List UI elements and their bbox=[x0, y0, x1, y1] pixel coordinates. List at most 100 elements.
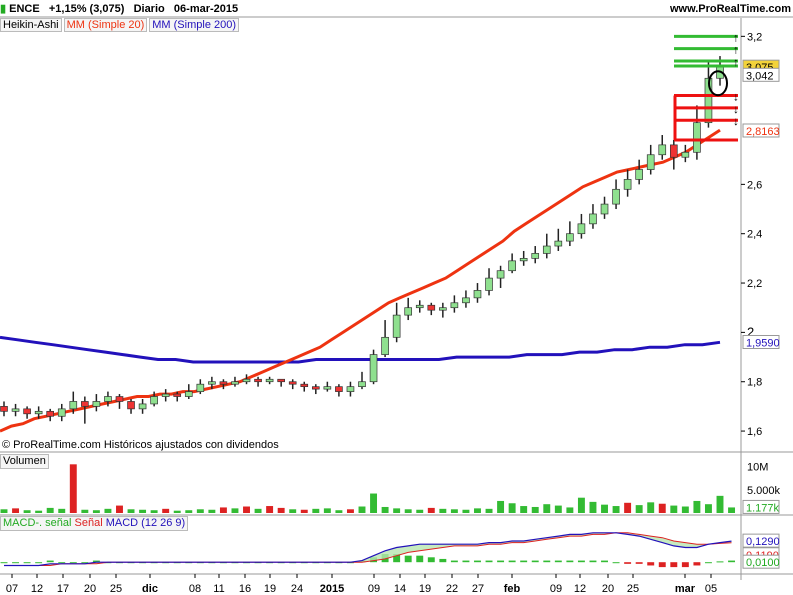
macd-signal-label: Señal bbox=[74, 517, 103, 529]
x-tick-label: feb bbox=[504, 583, 521, 595]
macd-histogram-bar bbox=[404, 555, 412, 563]
site-link[interactable]: www.ProRealTime.com bbox=[670, 2, 791, 16]
volume-bar bbox=[693, 500, 701, 513]
x-tick-label: 09 bbox=[368, 583, 380, 595]
x-tick-label: 25 bbox=[110, 583, 122, 595]
volume-bar bbox=[58, 508, 66, 513]
y-tick-label: 3,2 bbox=[747, 31, 762, 43]
macd-histogram-bar bbox=[681, 562, 689, 568]
volume-bar bbox=[12, 508, 20, 513]
x-tick-label: 20 bbox=[84, 583, 96, 595]
period-label: Diario bbox=[133, 3, 165, 15]
x-tick-label: 14 bbox=[394, 583, 406, 595]
ma200-label[interactable]: MM (Simple 200) bbox=[149, 18, 240, 32]
volume-bar bbox=[601, 504, 608, 513]
candle bbox=[415, 304, 424, 309]
candle bbox=[323, 386, 332, 390]
candle bbox=[311, 386, 320, 390]
macd-histogram-bar bbox=[474, 560, 481, 563]
volume-tick-label: 5.000k bbox=[747, 485, 781, 497]
macd-histogram-bar bbox=[624, 562, 632, 564]
volume-bar bbox=[589, 501, 597, 513]
volume-bar bbox=[427, 507, 435, 513]
x-tick-label: 07 bbox=[6, 583, 18, 595]
volume-bar bbox=[231, 508, 239, 513]
candle bbox=[219, 381, 228, 385]
macd-histogram-bar bbox=[531, 560, 539, 563]
candle bbox=[127, 401, 135, 410]
volume-bar bbox=[381, 506, 389, 513]
candle bbox=[462, 297, 470, 304]
up-arrow-icon: ↑ bbox=[733, 55, 739, 69]
x-tick-label: 22 bbox=[446, 583, 458, 595]
candle bbox=[34, 410, 43, 415]
x-tick-label: 08 bbox=[189, 583, 201, 595]
volume-bar bbox=[508, 503, 516, 513]
candle bbox=[577, 223, 586, 235]
macd-histogram-bar bbox=[520, 560, 528, 563]
candle bbox=[439, 307, 447, 311]
volume-bar bbox=[566, 507, 574, 513]
volume-bar bbox=[69, 464, 77, 513]
macd-histogram-bar bbox=[46, 560, 54, 563]
volume-bar bbox=[474, 508, 481, 513]
ma20-value-label: 2,8163 bbox=[746, 126, 780, 138]
candles-icon: ▮ bbox=[0, 3, 7, 15]
x-tick-label: 19 bbox=[419, 583, 431, 595]
volume-bar bbox=[35, 510, 43, 513]
macd-histogram-bar bbox=[439, 558, 447, 563]
volume-bar bbox=[116, 505, 123, 513]
volume-bar bbox=[312, 508, 320, 513]
candle bbox=[346, 386, 355, 392]
macd-histogram-bar bbox=[450, 560, 458, 563]
volume-tick-label: 10M bbox=[747, 462, 768, 474]
y-tick-label: 2,4 bbox=[747, 229, 762, 241]
candle bbox=[531, 253, 540, 259]
candle bbox=[288, 381, 297, 385]
volume-bar bbox=[208, 509, 216, 513]
candle bbox=[115, 396, 124, 402]
volume-bar bbox=[716, 495, 724, 513]
macd-title[interactable]: MACD-. señal Señal MACD (12 26 9) bbox=[0, 516, 189, 531]
volume-bar bbox=[370, 493, 378, 513]
volume-bar bbox=[358, 506, 366, 513]
macd-histogram-bar bbox=[485, 560, 493, 563]
candle bbox=[277, 378, 285, 383]
x-tick-label: 19 bbox=[264, 583, 276, 595]
volume-bar bbox=[104, 508, 112, 513]
candle bbox=[542, 245, 551, 254]
volume-bar bbox=[462, 509, 470, 513]
candle bbox=[23, 408, 31, 415]
y-tick-label: 2,2 bbox=[747, 278, 762, 290]
candle bbox=[335, 386, 343, 392]
macd-histogram-bar bbox=[716, 561, 724, 563]
candle bbox=[404, 307, 413, 316]
candle bbox=[566, 233, 574, 242]
volume-bar bbox=[531, 506, 539, 513]
macd-histogram-bar bbox=[12, 562, 20, 564]
candle bbox=[427, 304, 436, 311]
volume-value-label: 1.177k bbox=[746, 502, 780, 514]
candle bbox=[519, 258, 528, 262]
chart-type-label[interactable]: Heikin-Ashi bbox=[0, 18, 62, 32]
volume-bar bbox=[393, 508, 401, 513]
macd-histogram-bar bbox=[658, 562, 666, 568]
credit-text: © ProRealTime.com Históricos ajustados c… bbox=[2, 439, 279, 451]
volume-title[interactable]: Volumen bbox=[0, 454, 49, 469]
macd-histogram-bar bbox=[497, 560, 505, 563]
macd-histogram-bar bbox=[704, 562, 712, 564]
volume-bar bbox=[704, 504, 712, 513]
volume-bar bbox=[681, 506, 689, 513]
volume-bar bbox=[300, 509, 308, 513]
candle bbox=[196, 383, 205, 392]
macd-histogram-bar bbox=[35, 562, 43, 564]
volume-bar bbox=[289, 509, 297, 513]
candle bbox=[646, 154, 655, 170]
ma20-label[interactable]: MM (Simple 20) bbox=[63, 18, 148, 32]
ma200-value-label: 1,9590 bbox=[746, 337, 780, 349]
volume-bar bbox=[0, 509, 8, 513]
candle bbox=[231, 381, 239, 385]
down-arrow-icon: ↓ bbox=[733, 114, 739, 128]
candle bbox=[208, 381, 216, 385]
macd-fill-area bbox=[4, 532, 732, 566]
